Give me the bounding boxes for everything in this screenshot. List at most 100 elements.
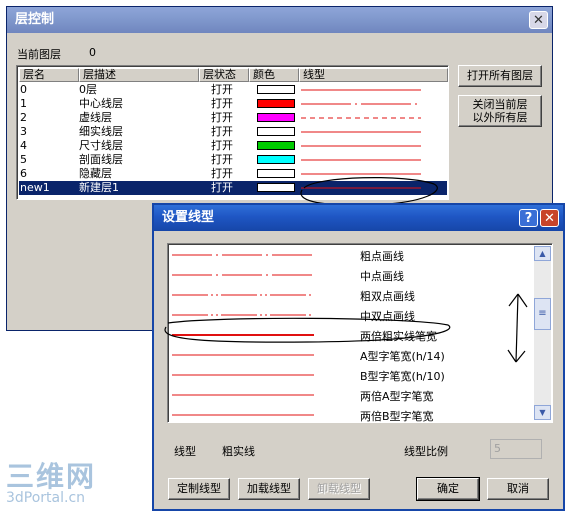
layer-name-cell: 0 bbox=[20, 83, 27, 96]
layer-linetype-preview[interactable] bbox=[301, 97, 421, 111]
cancel-button[interactable]: 取消 bbox=[487, 478, 549, 500]
linetype-item-name: 两倍A型字笔宽 bbox=[360, 390, 434, 403]
linetype-dialog-close-icon[interactable]: ✕ bbox=[540, 209, 559, 227]
linetype-item-name: B型字笔宽(h/10) bbox=[360, 370, 445, 383]
layer-row[interactable]: 1 中心线层 打开 bbox=[19, 97, 447, 111]
linetype-item[interactable]: A型字笔宽(h/14) bbox=[170, 345, 534, 365]
linetype-item[interactable]: 粗双点画线 bbox=[170, 285, 534, 305]
column-header-linetype[interactable]: 线型 bbox=[299, 68, 448, 82]
close-other-layers-line2: 以外所有层 bbox=[472, 111, 528, 124]
layer-desc-cell: 尺寸线层 bbox=[79, 139, 123, 152]
layer-color-swatch[interactable] bbox=[257, 85, 295, 94]
load-linetype-button[interactable]: 加载线型 bbox=[238, 478, 300, 500]
layer-state-cell: 打开 bbox=[211, 139, 233, 152]
layer-color-swatch[interactable] bbox=[257, 155, 295, 164]
linetype-item-name: 粗点画线 bbox=[360, 250, 404, 263]
layer-name-cell: new1 bbox=[20, 181, 50, 194]
open-all-layers-button[interactable]: 打开所有图层 bbox=[458, 65, 542, 87]
watermark-sub: 3dPortal.cn bbox=[6, 490, 86, 506]
linetype-preview bbox=[172, 254, 314, 256]
layer-name-cell: 1 bbox=[20, 97, 27, 110]
layer-state-cell: 打开 bbox=[211, 167, 233, 180]
layer-row[interactable]: 3 细实线层 打开 bbox=[19, 125, 447, 139]
layer-state-cell: 打开 bbox=[211, 111, 233, 124]
layer-linetype-preview[interactable] bbox=[301, 139, 421, 153]
linetype-dialog-titlebar[interactable]: 设置线型 bbox=[154, 205, 563, 231]
layer-desc-cell: 虚线层 bbox=[79, 111, 112, 124]
linetype-scale-label: 线型比例 bbox=[404, 445, 448, 458]
layer-state-cell: 打开 bbox=[211, 181, 233, 194]
layer-window-title: 层控制 bbox=[15, 12, 55, 27]
layer-state-cell: 打开 bbox=[211, 125, 233, 138]
close-other-layers-button[interactable]: 关闭当前层 以外所有层 bbox=[458, 95, 542, 127]
layer-linetype-preview[interactable] bbox=[301, 83, 421, 97]
scroll-down-icon[interactable]: ▼ bbox=[534, 405, 551, 420]
layer-state-cell: 打开 bbox=[211, 153, 233, 166]
linetype-item[interactable]: 中点画线 bbox=[170, 265, 534, 285]
linetype-item-name: 中点画线 bbox=[360, 270, 404, 283]
linetype-label: 线型 bbox=[174, 445, 196, 458]
custom-linetype-button[interactable]: 定制线型 bbox=[168, 478, 230, 500]
column-header-name[interactable]: 层名 bbox=[19, 68, 79, 82]
layer-window-close-icon[interactable]: ✕ bbox=[529, 11, 548, 29]
layer-name-cell: 6 bbox=[20, 167, 27, 180]
layer-state-cell: 打开 bbox=[211, 97, 233, 110]
layer-row[interactable]: 4 尺寸线层 打开 bbox=[19, 139, 447, 153]
linetype-item[interactable]: 两倍A型字笔宽 bbox=[170, 385, 534, 405]
layer-desc-cell: 隐藏层 bbox=[79, 167, 112, 180]
linetype-item[interactable]: 粗点画线 bbox=[170, 245, 534, 265]
linetype-item-name: 粗双点画线 bbox=[360, 290, 415, 303]
linetype-preview bbox=[172, 394, 314, 396]
layer-color-swatch[interactable] bbox=[257, 127, 295, 136]
layer-row[interactable]: 2 虚线层 打开 bbox=[19, 111, 447, 125]
close-other-layers-line1: 关闭当前层 bbox=[472, 98, 528, 111]
annotation-double-arrow bbox=[507, 293, 528, 363]
layer-name-cell: 4 bbox=[20, 139, 27, 152]
linetype-preview bbox=[172, 414, 314, 416]
column-header-state[interactable]: 层状态 bbox=[199, 68, 249, 82]
layer-name-cell: 2 bbox=[20, 111, 27, 124]
watermark-main: 三维网 bbox=[6, 460, 97, 493]
column-header-color[interactable]: 颜色 bbox=[249, 68, 299, 82]
layer-linetype-preview[interactable] bbox=[301, 111, 421, 125]
layer-linetype-preview[interactable] bbox=[301, 153, 421, 167]
linetype-scale-field[interactable]: 5 bbox=[490, 439, 542, 459]
layer-desc-cell: 中心线层 bbox=[79, 97, 123, 110]
layer-name-cell: 5 bbox=[20, 153, 27, 166]
layer-row[interactable]: 5 剖面线层 打开 bbox=[19, 153, 447, 167]
scroll-thumb[interactable]: ≡ bbox=[534, 298, 551, 330]
help-icon[interactable]: ? bbox=[519, 209, 538, 227]
linetype-item[interactable]: B型字笔宽(h/10) bbox=[170, 365, 534, 385]
layer-state-cell: 打开 bbox=[211, 83, 233, 96]
layer-row[interactable]: 0 0层 打开 bbox=[19, 83, 447, 97]
linetype-item-name: 两倍B型字笔宽 bbox=[360, 410, 434, 423]
linetype-dialog-title: 设置线型 bbox=[162, 210, 215, 225]
layer-desc-cell: 0层 bbox=[79, 83, 97, 96]
linetype-preview bbox=[172, 354, 314, 356]
annotation-ellipse-linetype bbox=[164, 317, 451, 343]
layer-name-cell: 3 bbox=[20, 125, 27, 138]
unload-linetype-button[interactable]: 卸载线型 bbox=[308, 478, 370, 500]
linetype-list-scrollbar[interactable]: ▲ ≡ ▼ bbox=[534, 246, 551, 420]
linetype-dialog: 设置线型 ? ✕ 粗点画线 中点画线 粗双点画线 中双点画线 两倍粗实线笔宽 A型字笔宽(… bbox=[152, 203, 565, 511]
scroll-up-icon[interactable]: ▲ bbox=[534, 246, 551, 261]
layer-color-swatch[interactable] bbox=[257, 99, 295, 108]
linetype-preview bbox=[172, 294, 314, 296]
linetype-item[interactable]: 两倍B型字笔宽 bbox=[170, 405, 534, 423]
layer-color-swatch[interactable] bbox=[257, 113, 295, 122]
ok-button[interactable]: 确定 bbox=[416, 477, 480, 501]
layer-color-swatch[interactable] bbox=[257, 183, 295, 192]
layer-desc-cell: 细实线层 bbox=[79, 125, 123, 138]
linetype-item-name: A型字笔宽(h/14) bbox=[360, 350, 445, 363]
current-layer-value: 0 bbox=[89, 46, 96, 59]
column-header-desc[interactable]: 层描述 bbox=[79, 68, 199, 82]
layer-color-swatch[interactable] bbox=[257, 169, 295, 178]
layer-window-titlebar[interactable]: 层控制 bbox=[7, 7, 552, 33]
current-layer-label: 当前图层 bbox=[17, 48, 61, 61]
watermark-logo: 三维网 3dPortal.cn bbox=[6, 460, 97, 507]
layer-linetype-preview[interactable] bbox=[301, 125, 421, 139]
layer-color-swatch[interactable] bbox=[257, 141, 295, 150]
linetype-preview bbox=[172, 374, 314, 376]
layer-desc-cell: 新建层1 bbox=[79, 181, 119, 194]
layer-desc-cell: 剖面线层 bbox=[79, 153, 123, 166]
